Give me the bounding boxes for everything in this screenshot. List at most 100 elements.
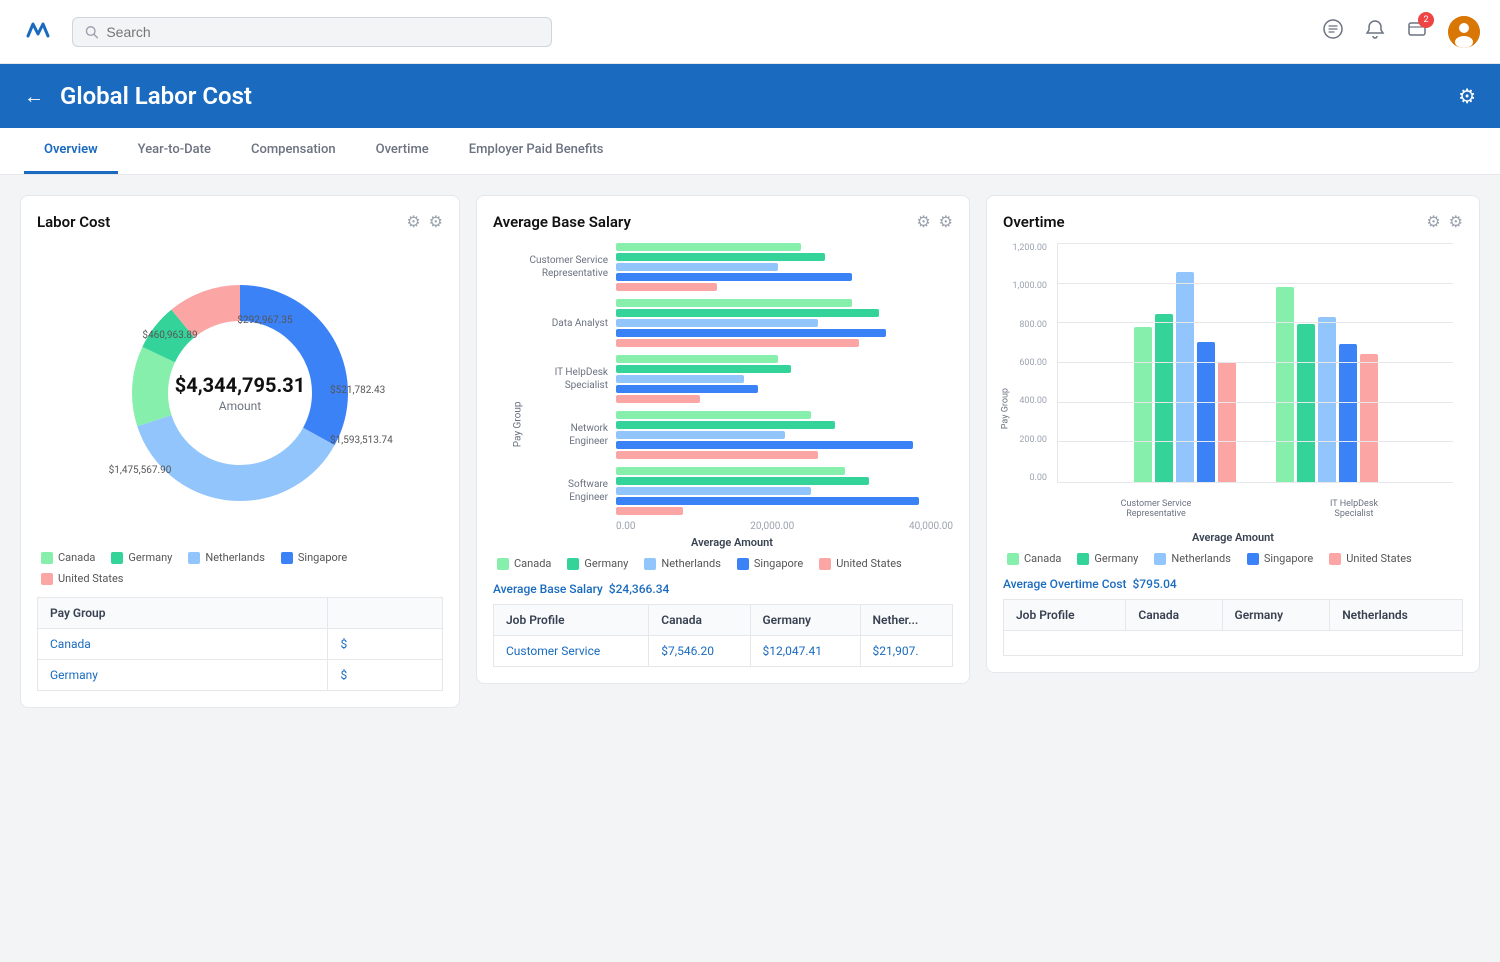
inbox-icon[interactable]: 2 xyxy=(1406,18,1428,45)
labor-cost-title: Labor Cost xyxy=(37,213,406,231)
bar-group-it-v xyxy=(1276,287,1378,482)
bar-csr-netherlands xyxy=(1176,272,1194,482)
col-netherlands-ot: Netherlands xyxy=(1330,600,1463,631)
bar-it-netherlands xyxy=(1318,317,1336,482)
col-germany-ot: Germany xyxy=(1222,600,1330,631)
bars-container xyxy=(1058,243,1453,482)
tab-overtime[interactable]: Overtime xyxy=(356,128,449,174)
overtime-icons: ⚙ ⚙ xyxy=(1426,212,1463,231)
legend-dot-germany xyxy=(111,552,123,564)
bar-it-canada xyxy=(1276,287,1294,482)
labor-cost-legend: Canada Germany Netherlands Singapore Uni… xyxy=(37,551,443,585)
table-row: Canada $ xyxy=(38,629,443,660)
main-content: Labor Cost ⚙ ⚙ $292,967.35 xyxy=(0,175,1500,728)
bar-group-ne: NetworkEngineer xyxy=(511,411,953,459)
avg-salary-legend: Canada Germany Netherlands Singapore Uni… xyxy=(493,557,953,570)
notification-badge: 2 xyxy=(1418,12,1434,28)
chat-icon[interactable] xyxy=(1322,18,1344,45)
overtime-summary: Average Overtime Cost $795.04 xyxy=(1003,577,1463,591)
overtime-table: Job Profile Canada Germany Netherlands xyxy=(1003,599,1463,656)
x-axis-labels: Customer ServiceRepresentative IT HelpDe… xyxy=(1057,499,1453,519)
legend-dot-us xyxy=(41,573,53,585)
avg-salary-icons: ⚙ ⚙ xyxy=(916,212,953,231)
donut-chart: $292,967.35 $521,782.43 $460,963.89 $1,5… xyxy=(110,263,370,523)
legend-dot-canada xyxy=(41,552,53,564)
x-axis: 0.0020,000.0040,000.00 xyxy=(616,521,953,532)
overtime-chart: 0.00 200.00 400.00 600.00 800.00 1,000.0… xyxy=(1003,243,1463,523)
x-axis-title: Average Amount xyxy=(511,536,953,549)
bar-group-csr-v xyxy=(1134,272,1236,482)
bar-group-it: IT HelpDeskSpecialist xyxy=(511,355,953,403)
col-canada: Canada xyxy=(649,605,750,636)
tabs-bar: Overview Year-to-Date Compensation Overt… xyxy=(0,128,1500,175)
legend-netherlands: Netherlands xyxy=(188,551,265,564)
svg-text:$292,967.35: $292,967.35 xyxy=(237,313,293,326)
table-row: Germany $ xyxy=(38,660,443,691)
search-box[interactable] xyxy=(72,17,552,47)
col-nether: Nether... xyxy=(860,605,952,636)
filter-icon[interactable]: ⚙ xyxy=(406,212,420,231)
filter-icon-ot[interactable]: ⚙ xyxy=(1426,212,1440,231)
avg-salary-summary: Average Base Salary $24,366.34 xyxy=(493,582,953,596)
bar-it-singapore xyxy=(1339,344,1357,482)
germany-link[interactable]: Germany xyxy=(50,668,98,682)
bar-chart-horizontal: Pay Group Customer ServiceRepresentative xyxy=(493,243,953,549)
svg-text:$460,963.89: $460,963.89 xyxy=(142,328,197,341)
tab-overview[interactable]: Overview xyxy=(24,128,118,174)
back-button[interactable]: ← xyxy=(24,84,44,109)
y-axis: 0.00 200.00 400.00 600.00 800.00 1,000.0… xyxy=(1003,243,1053,483)
overtime-title: Overtime xyxy=(1003,213,1426,231)
settings-icon[interactable]: ⚙ xyxy=(1458,84,1476,108)
avatar[interactable] xyxy=(1448,16,1480,48)
bars-it xyxy=(1276,287,1378,482)
bars-csr xyxy=(1134,272,1236,482)
col-amount xyxy=(328,598,443,629)
bar-csr-germany xyxy=(1155,314,1173,482)
legend-us: United States xyxy=(41,572,123,585)
legend-singapore: Singapore xyxy=(281,551,347,564)
avg-salary-table: Job Profile Canada Germany Nether... Cus… xyxy=(493,604,953,667)
page-title: Global Labor Cost xyxy=(60,82,252,110)
header-bar: ← Global Labor Cost ⚙ xyxy=(0,64,1500,128)
svg-text:$521,782.43: $521,782.43 xyxy=(330,383,385,396)
search-icon xyxy=(85,25,98,39)
col-canada-ot: Canada xyxy=(1126,600,1222,631)
bar-it-germany xyxy=(1297,324,1315,482)
y-axis-title: Pay Group xyxy=(1001,388,1011,429)
bar-group-se: SoftwareEngineer xyxy=(511,467,953,515)
svg-text:$1,593,513.74: $1,593,513.74 xyxy=(330,433,393,446)
search-input[interactable] xyxy=(106,24,539,40)
settings-icon-lc[interactable]: ⚙ xyxy=(429,212,443,231)
tab-employer-paid[interactable]: Employer Paid Benefits xyxy=(449,128,624,174)
filter-icon-salary[interactable]: ⚙ xyxy=(916,212,930,231)
labor-cost-table: Pay Group Canada $ Germany $ xyxy=(37,597,443,691)
settings-icon-salary[interactable]: ⚙ xyxy=(939,212,953,231)
y-axis-label: Pay Group xyxy=(512,402,523,448)
bar-it-us xyxy=(1360,354,1378,482)
settings-icon-ot[interactable]: ⚙ xyxy=(1449,212,1463,231)
bar-csr-singapore xyxy=(1197,342,1215,482)
table-row-empty xyxy=(1004,631,1463,656)
logo xyxy=(20,14,56,50)
customer-service-link[interactable]: Customer Service xyxy=(506,644,600,658)
x-axis-title-ot: Average Amount xyxy=(1003,531,1463,544)
bell-icon[interactable] xyxy=(1364,18,1386,45)
canada-link[interactable]: Canada xyxy=(50,637,91,651)
bar-group-csr: Customer ServiceRepresentative xyxy=(511,243,953,291)
svg-text:$1,475,567.90: $1,475,567.90 xyxy=(109,463,172,476)
avg-salary-header: Average Base Salary ⚙ ⚙ xyxy=(493,212,953,231)
tab-ytd[interactable]: Year-to-Date xyxy=(118,128,231,174)
chart-area xyxy=(1057,243,1453,483)
col-pay-group: Pay Group xyxy=(38,598,328,629)
labor-cost-card: Labor Cost ⚙ ⚙ $292,967.35 xyxy=(20,195,460,708)
avg-base-salary-card: Average Base Salary ⚙ ⚙ Pay Group Custom… xyxy=(476,195,970,684)
col-job-profile: Job Profile xyxy=(494,605,649,636)
labor-cost-icons: ⚙ ⚙ xyxy=(406,212,443,231)
bar-csr-us xyxy=(1218,362,1236,482)
labor-cost-header: Labor Cost ⚙ ⚙ xyxy=(37,212,443,231)
tab-compensation[interactable]: Compensation xyxy=(231,128,356,174)
donut-chart-container: $292,967.35 $521,782.43 $460,963.89 $1,5… xyxy=(37,243,443,543)
legend-dot-netherlands xyxy=(188,552,200,564)
legend-dot-singapore xyxy=(281,552,293,564)
avg-salary-title: Average Base Salary xyxy=(493,213,916,231)
